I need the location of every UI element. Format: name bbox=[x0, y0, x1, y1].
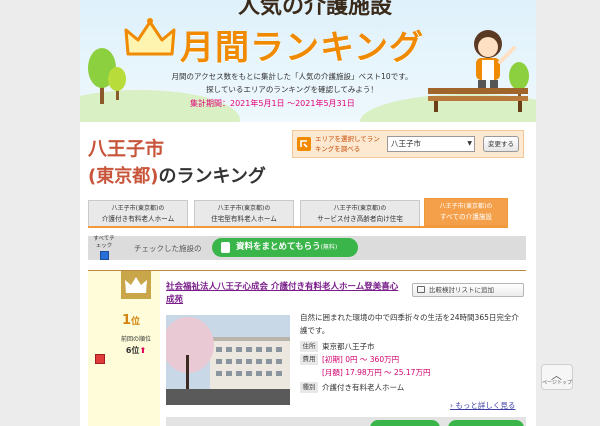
tab-serviced-housing[interactable]: 八王子市(東京都)の サービス付き高齢者向け住宅 bbox=[300, 200, 420, 226]
ranking-heading: (東京都)のランキング bbox=[88, 162, 266, 188]
more-details-label: もっと詳しく見る bbox=[455, 401, 516, 410]
rank-value: 1 bbox=[122, 313, 132, 328]
rank-column: 1位 前回の順位 6位⬆ bbox=[110, 271, 160, 426]
page-top-label: ページトップ bbox=[542, 380, 572, 386]
action-button[interactable] bbox=[448, 420, 524, 426]
category-tabs: 八王子市(東京都)の 介護付き有料老人ホーム 八王子市(東京都)の 住宅型有料老… bbox=[88, 198, 508, 228]
tab-subtitle: 八王子市(東京都)の bbox=[217, 205, 271, 212]
facility-checkbox[interactable] bbox=[95, 354, 105, 364]
page-top-button[interactable]: ︿ ページトップ bbox=[541, 364, 573, 390]
ranking-banner: 人気の介護施設 月間ランキング 月間のアクセス数をもとに集計した「人気の介護施設… bbox=[80, 0, 536, 122]
type-value: 介護付き有料老人ホーム bbox=[322, 383, 405, 392]
area-selector: エリアを選択してランキングを調べる 八王子市 ▼ 変更する bbox=[292, 130, 524, 158]
facility-summary: 自然に囲まれた環境の中で四季折々の生活を24時間365日完全介護です。 bbox=[300, 313, 519, 335]
area-select-icon bbox=[297, 137, 311, 151]
tab-subtitle: 八王子市(東京都)の bbox=[111, 205, 165, 212]
description-line2: 探しているエリアのランキングを確認してみよう！ bbox=[206, 85, 378, 94]
checkbox-icon bbox=[99, 251, 109, 260]
chevron-down-icon: ▼ bbox=[467, 140, 472, 147]
description-line1: 月間のアクセス数をもとに集計した「人気の介護施設」ベスト10 bbox=[171, 72, 391, 81]
cost-row: 費用 [初期] 0円 〜 360万円 bbox=[300, 354, 526, 367]
checked-facilities-label: チェックした施設の bbox=[134, 244, 202, 253]
initial-cost: [初期] 0円 〜 360万円 bbox=[322, 355, 400, 364]
previous-rank-label: 前回の順位 bbox=[120, 336, 151, 343]
tab-label: 住宅型有料老人ホーム bbox=[211, 215, 277, 223]
prefecture-label: (東京都) bbox=[88, 166, 159, 187]
free-label: (無料) bbox=[320, 244, 338, 251]
tab-residential-home[interactable]: 八王子市(東京都)の 住宅型有料老人ホーム bbox=[194, 200, 294, 226]
crown-icon bbox=[124, 18, 176, 56]
select-all-label: すべてチェック bbox=[93, 236, 115, 249]
address-label: 住所 bbox=[300, 341, 318, 352]
address-row: 住所 東京都八王子市 bbox=[300, 341, 526, 354]
ranking-card: 1位 前回の順位 6位⬆ 社会福祉法人八王子心成会 介護付き有料老人ホーム登美喜… bbox=[88, 270, 526, 426]
card-action-bar bbox=[166, 417, 526, 426]
description-suffix: です。 bbox=[390, 72, 413, 81]
request-brochures-button[interactable]: 資料をまとめてもらう(無料) bbox=[212, 238, 358, 257]
select-column bbox=[88, 271, 111, 426]
action-button[interactable] bbox=[370, 420, 440, 426]
previous-rank: 6位⬆ bbox=[116, 345, 156, 356]
previous-rank-value: 6位 bbox=[125, 346, 140, 355]
page-container: 人気の介護施設 月間ランキング 月間のアクセス数をもとに集計した「人気の介護施設… bbox=[80, 0, 536, 426]
cost-label: 費用 bbox=[300, 354, 318, 365]
bench-illustration bbox=[428, 88, 528, 112]
select-all-checkbox[interactable]: すべてチェック bbox=[91, 236, 117, 260]
tab-label: すべての介護施設 bbox=[439, 213, 493, 221]
monthly-cost: [月額] 17.98万円 〜 25.17万円 bbox=[322, 368, 431, 377]
area-select-label: エリアを選択してランキングを調べる bbox=[315, 135, 380, 153]
type-label: 種別 bbox=[300, 382, 318, 393]
address-value: 東京都八王子市 bbox=[322, 342, 375, 351]
tab-subtitle: 八王子市(東京都)の bbox=[439, 203, 493, 210]
rank-crown-icon bbox=[121, 271, 151, 299]
add-to-compare-button[interactable]: 比較検討リストに追加 bbox=[412, 283, 524, 297]
facility-info: 住所 東京都八王子市 費用 [初期] 0円 〜 360万円 [月額] 17.98… bbox=[300, 341, 526, 395]
area-selected-value: 八王子市 bbox=[391, 139, 421, 148]
more-details-link[interactable]: › もっと詳しく見る bbox=[450, 400, 515, 411]
tree-icon bbox=[108, 67, 126, 100]
arrow-up-icon: ⬆ bbox=[139, 346, 147, 355]
city-heading: 八王子市 bbox=[88, 138, 165, 160]
rank-unit: 位 bbox=[131, 317, 141, 327]
ranking-heading-suffix: のランキング bbox=[158, 166, 266, 187]
banner-ranking-title: 月間ランキング bbox=[180, 28, 424, 68]
tab-label: 介護付き有料老人ホーム bbox=[101, 215, 175, 223]
tab-subtitle: 八王子市(東京都)の bbox=[333, 205, 387, 212]
banner-description: 月間のアクセス数をもとに集計した「人気の介護施設」ベスト10です。 探しているエ… bbox=[142, 70, 442, 96]
change-area-button[interactable]: 変更する bbox=[483, 136, 519, 152]
list-icon bbox=[417, 286, 425, 293]
facility-photo[interactable] bbox=[166, 315, 290, 405]
type-row: 種別 介護付き有料老人ホーム bbox=[300, 382, 526, 395]
aggregation-period: 集計期間：2021年5月1日 〜2021年5月31日 bbox=[190, 99, 355, 108]
banner-top-title: 人気の介護施設 bbox=[237, 0, 392, 19]
rank-number: 1位 bbox=[122, 313, 140, 328]
tab-all-facilities[interactable]: 八王子市(東京都)の すべての介護施設 bbox=[424, 198, 508, 226]
request-brochures-label: 資料をまとめてもらう bbox=[236, 242, 321, 252]
tab-care-home[interactable]: 八王子市(東京都)の 介護付き有料老人ホーム bbox=[88, 200, 188, 226]
tab-label: サービス付き高齢者向け住宅 bbox=[317, 215, 403, 223]
area-dropdown[interactable]: 八王子市 ▼ bbox=[387, 136, 475, 152]
facility-name-link[interactable]: 社会福祉法人八王子心成会 介護付き有料老人ホーム登美喜心成苑 bbox=[166, 281, 402, 307]
compare-label: 比較検討リストに追加 bbox=[429, 286, 494, 294]
document-icon bbox=[221, 242, 230, 253]
monthly-cost-row: [月額] 17.98万円 〜 25.17万円 bbox=[300, 367, 526, 380]
bulk-action-bar: すべてチェック チェックした施設の 資料をまとめてもらう(無料) bbox=[88, 236, 526, 260]
